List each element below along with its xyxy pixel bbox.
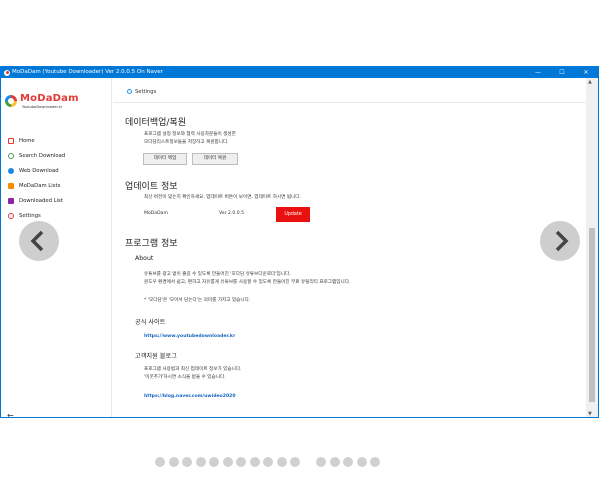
about-text-1: 유튜브를 광고 없이 즐길 수 있도록 만들어진 '모다담 유튜브다운로더'입니… xyxy=(144,272,291,277)
sidebar-nav: Home Search Download Web Download MoDaDa… xyxy=(1,133,112,223)
backup-section-title: 데이터백업/복원 xyxy=(125,118,186,128)
logo-subtitle: YoutubeDownloader.kr xyxy=(22,105,63,109)
scroll-up-arrow-icon[interactable]: ▲ xyxy=(588,79,592,85)
carousel-dot[interactable] xyxy=(356,457,367,467)
official-site-link[interactable]: https://www.youtubedownloader.kr xyxy=(144,334,235,339)
update-description: 최신 버전이 맞는지 확인하세요. 업데이트 버튼이 보이면, 업데이트 하시면… xyxy=(144,195,301,200)
carousel-dot[interactable] xyxy=(343,457,353,467)
breadcrumb: Settings xyxy=(127,89,156,95)
carousel-dot[interactable] xyxy=(182,457,192,467)
sidebar-item-search-download[interactable]: Search Download xyxy=(1,148,112,163)
download-list-icon xyxy=(8,197,14,204)
sidebar-item-label: Downloaded List xyxy=(19,197,63,204)
support-blog-link[interactable]: https://blog.naver.com/uwideo2020 xyxy=(144,394,236,399)
sidebar-item-label: Home xyxy=(19,137,35,144)
sidebar-item-label: MoDaDam Lists xyxy=(19,182,61,189)
sidebar-item-home[interactable]: Home xyxy=(1,133,112,148)
carousel-prev-button[interactable] xyxy=(19,221,59,261)
breadcrumb-label: Settings xyxy=(135,89,157,95)
gear-icon xyxy=(8,212,14,219)
scroll-down-arrow-icon[interactable]: ▼ xyxy=(588,411,592,417)
app-name: MoDaDam xyxy=(144,211,168,216)
sidebar-item-label: Web Download xyxy=(19,167,59,174)
settings-panel: Settings 데이터백업/복원 프로그램 설정 정보와 협력 사용자분들이 … xyxy=(113,78,588,417)
carousel-next-button[interactable] xyxy=(540,221,580,261)
carousel-dot[interactable] xyxy=(209,457,219,467)
app-window: MoDaDam (Youtube Downloader) Ver 2.0.0.5… xyxy=(0,66,599,418)
carousel-dot[interactable] xyxy=(195,457,206,467)
sidebar-item-modadam-lists[interactable]: MoDaDam Lists xyxy=(1,178,112,193)
support-blog-title: 고객지원 블로그 xyxy=(135,353,177,360)
carousel-dot[interactable] xyxy=(276,457,287,467)
data-restore-button[interactable]: 데이터 복원 xyxy=(192,153,238,165)
carousel-dot[interactable] xyxy=(222,457,233,467)
carousel-dot[interactable] xyxy=(155,457,165,467)
carousel-dot[interactable] xyxy=(236,457,246,467)
app-icon xyxy=(4,69,10,76)
data-backup-button[interactable]: 데이터 백업 xyxy=(143,153,187,165)
backup-description-1: 프로그램 설정 정보와 협력 사용자분들이 생성한 xyxy=(144,132,236,137)
sidebar-item-label: Search Download xyxy=(19,152,66,159)
header-divider xyxy=(113,102,588,103)
carousel-dot[interactable] xyxy=(168,457,179,467)
sidebar-item-web-download[interactable]: Web Download xyxy=(1,163,112,178)
carousel-dot[interactable] xyxy=(249,457,260,467)
scrollbar-thumb[interactable] xyxy=(589,228,595,402)
carousel-dot[interactable] xyxy=(329,457,340,467)
logo-icon xyxy=(5,95,17,107)
minimize-button[interactable]: — xyxy=(526,67,550,78)
screenshot-stage: MoDaDam (Youtube Downloader) Ver 2.0.0.5… xyxy=(0,0,601,481)
about-text-2: 윈도우 환경에서 쉽고, 편하고 자유롭게 유튜브를 사용할 수 있도록 만들어… xyxy=(144,280,351,285)
window-controls: — ☐ ✕ xyxy=(526,67,598,78)
update-section-title: 업데이트 정보 xyxy=(125,182,178,192)
app-logo[interactable]: MoDaDam YoutubeDownloader.kr xyxy=(5,92,105,112)
about-title: About xyxy=(135,255,154,262)
backup-description-2: 모다담리스트정보들을 저장하고 복원합니다. xyxy=(144,140,229,145)
carousel-dot[interactable] xyxy=(370,457,380,467)
about-note: * '모다담'은 '모아서 담는다'는 의미를 가지고 있습니다. xyxy=(144,298,251,303)
window-title: MoDaDam (Youtube Downloader) Ver 2.0.0.5… xyxy=(12,69,163,75)
chevron-left-icon xyxy=(30,230,44,252)
chevron-right-icon xyxy=(555,230,569,252)
logo-text: MoDaDam xyxy=(20,93,79,104)
update-button[interactable]: Update xyxy=(276,207,310,222)
vertical-scrollbar[interactable]: ▲ ▼ xyxy=(586,78,598,417)
sidebar-item-downloaded-list[interactable]: Downloaded List xyxy=(1,193,112,208)
gear-icon xyxy=(127,89,132,94)
back-arrow-icon[interactable]: ← xyxy=(7,411,14,417)
carousel-dot[interactable] xyxy=(263,457,273,467)
search-icon xyxy=(8,152,14,159)
official-site-title: 공식 사이트 xyxy=(135,319,166,326)
home-icon xyxy=(8,137,14,144)
list-icon xyxy=(8,182,14,189)
sidebar-item-label: Settings xyxy=(19,212,41,219)
globe-icon xyxy=(8,167,14,174)
close-button[interactable]: ✕ xyxy=(574,67,598,78)
carousel-dots xyxy=(155,457,384,467)
carousel-dot[interactable] xyxy=(290,457,300,467)
program-section-title: 프로그램 정보 xyxy=(125,239,178,249)
carousel-dot[interactable] xyxy=(316,457,326,467)
title-bar[interactable]: MoDaDam (Youtube Downloader) Ver 2.0.0.5… xyxy=(1,67,598,78)
maximize-button[interactable]: ☐ xyxy=(550,67,574,78)
app-version: Ver 2.0.0.5 xyxy=(219,211,245,216)
support-text-1: 프로그램 사용법과 최신 업데이트 정보가 있습니다. xyxy=(144,367,242,372)
support-text-2: '이웃추가'하시면 소식을 받을 수 있습니다. xyxy=(144,375,226,380)
